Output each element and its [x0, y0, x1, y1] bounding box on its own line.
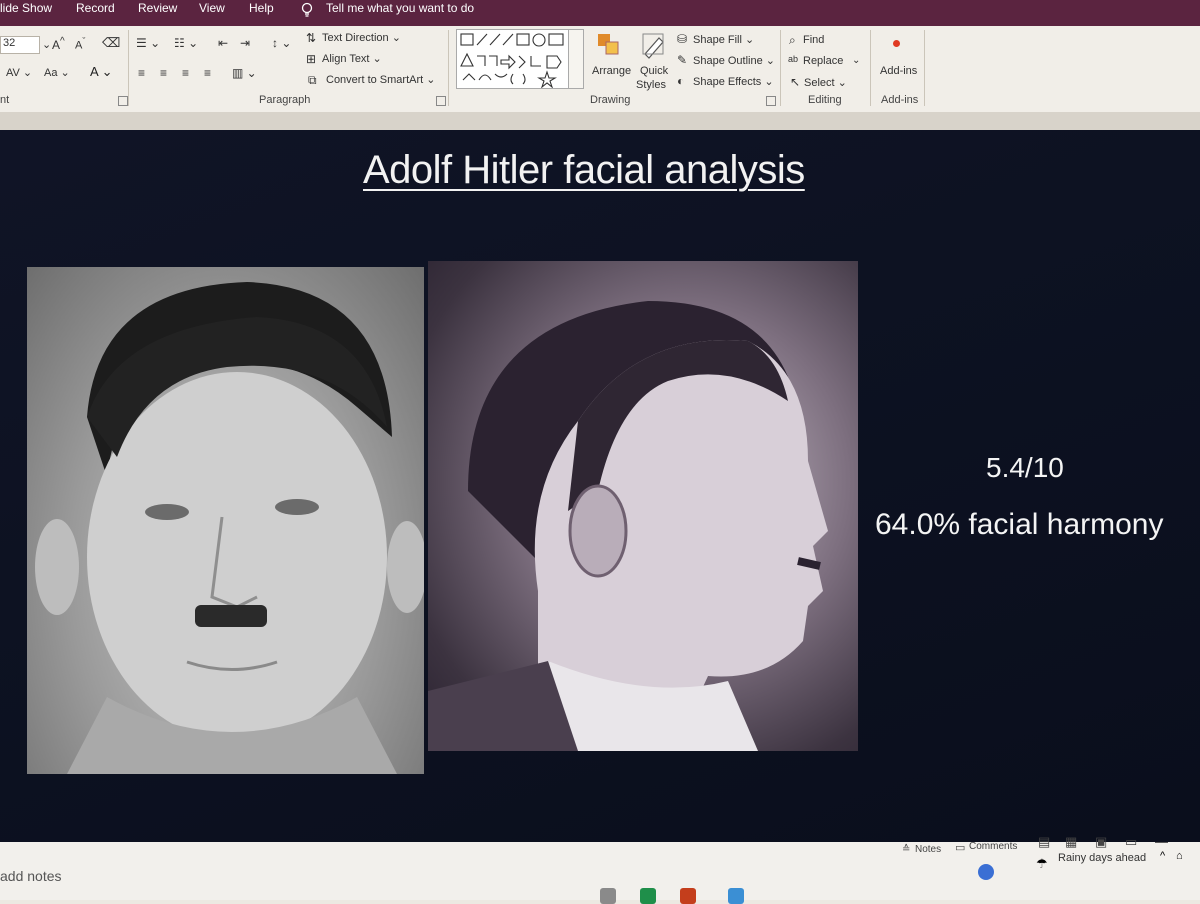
align-text-button[interactable]: Align Text ⌄: [322, 52, 382, 65]
shape-effects-button[interactable]: Shape Effects ⌄: [693, 75, 774, 88]
shapes-gallery[interactable]: [456, 29, 570, 89]
tab-slide-show[interactable]: lide Show: [0, 1, 52, 15]
align-text-icon[interactable]: ⊞: [306, 52, 316, 66]
slide-show-view-icon[interactable]: ▭: [1125, 834, 1137, 850]
shape-effects-icon: ◐: [677, 74, 685, 88]
paragraph-dialog-launcher-icon[interactable]: [436, 96, 446, 106]
front-portrait-drawing: [35, 282, 424, 774]
text-direction-button[interactable]: Text Direction ⌄: [322, 31, 401, 44]
notes-button[interactable]: Notes: [915, 844, 941, 855]
front-portrait-image[interactable]: [27, 267, 424, 774]
facial-harmony-text[interactable]: 64.0% facial harmony: [875, 508, 1164, 542]
separator: [924, 30, 925, 106]
chevron-down-icon[interactable]: ⌄: [852, 55, 860, 66]
replace-icon: ab: [788, 54, 799, 64]
select-button[interactable]: Select ⌄: [804, 76, 847, 89]
drawing-dialog-launcher-icon[interactable]: [766, 96, 776, 106]
slide-canvas[interactable]: Adolf Hitler facial analysis 5.4/10 64.0…: [0, 130, 1200, 842]
font-color-icon[interactable]: A ⌄: [90, 64, 112, 80]
tab-review[interactable]: Review: [138, 1, 177, 15]
comments-button[interactable]: Comments: [969, 841, 1017, 852]
shrink-font-icon[interactable]: Aˇ: [75, 36, 85, 52]
justify-icon[interactable]: ≡: [204, 66, 211, 80]
increase-indent-icon[interactable]: ⇥: [240, 36, 250, 50]
excel-icon[interactable]: [640, 888, 656, 904]
numbering-icon[interactable]: ☷ ⌄: [174, 36, 198, 50]
cursor-icon: ↖: [790, 75, 801, 89]
shapes-gallery-icon: [460, 33, 564, 89]
add-ins-button[interactable]: Add-ins: [880, 65, 917, 77]
comments-icon: ▭: [955, 842, 966, 854]
lightbulb-icon[interactable]: [300, 2, 314, 18]
taskbar: ☂ Rainy days ahead ^ ⌂: [600, 850, 1200, 904]
ribbon: 32 ⌄ A^ Aˇ ⌫ AV ⌄ Aa ⌄ A ⌄ nt ☰ ⌄ ☷ ⌄ ⇤ …: [0, 26, 1200, 113]
shape-fill-button[interactable]: Shape Fill ⌄: [693, 33, 754, 46]
font-size-dropdown-icon[interactable]: ⌄: [42, 38, 51, 51]
notes-icon: ≙: [902, 844, 911, 855]
ribbon-tab-bar: lide Show Record Review View Help Tell m…: [0, 0, 1200, 26]
add-ins-icon: [893, 40, 900, 47]
slide-title[interactable]: Adolf Hitler facial analysis: [363, 148, 805, 193]
slide-sorter-icon[interactable]: ▦: [1065, 834, 1077, 850]
separator: [448, 30, 449, 106]
separator: [780, 30, 781, 106]
font-dialog-launcher-icon[interactable]: [118, 96, 128, 106]
quick-styles-button-line1[interactable]: Quick: [640, 65, 668, 77]
paint-bucket-icon: ⛁: [677, 32, 688, 46]
gallery-scroll-button[interactable]: [568, 29, 584, 89]
character-spacing-icon[interactable]: AV ⌄: [6, 66, 32, 79]
zoom-slider[interactable]: —: [1155, 834, 1168, 849]
taskbar-app-icon[interactable]: [600, 888, 616, 904]
font-group-label: nt: [0, 94, 10, 106]
chevron-up-icon[interactable]: ^: [1160, 850, 1165, 862]
replace-button[interactable]: Replace: [803, 55, 843, 67]
quick-styles-icon: [642, 33, 664, 59]
shape-outline-button[interactable]: Shape Outline ⌄: [693, 54, 775, 67]
weather-text[interactable]: Rainy days ahead: [1058, 852, 1146, 864]
editing-group-label: Editing: [808, 94, 842, 106]
arrange-icon: [598, 34, 619, 55]
notes-placeholder[interactable]: add notes: [0, 868, 62, 884]
separator: [870, 30, 871, 106]
help-icon[interactable]: [978, 864, 994, 880]
find-button[interactable]: Find: [803, 34, 824, 46]
smartart-icon[interactable]: ⧉: [308, 73, 317, 88]
reading-view-icon[interactable]: ▣: [1095, 834, 1107, 850]
normal-view-icon[interactable]: ▤: [1038, 834, 1050, 850]
convert-smartart-button[interactable]: Convert to SmartArt ⌄: [326, 73, 435, 86]
network-icon[interactable]: ⌂: [1176, 850, 1183, 862]
tab-record[interactable]: Record: [76, 1, 115, 15]
decrease-indent-icon[interactable]: ⇤: [218, 36, 228, 50]
drawing-group-label: Drawing: [590, 94, 631, 106]
tab-help[interactable]: Help: [249, 1, 274, 15]
arrange-button[interactable]: Arrange: [592, 65, 631, 77]
line-spacing-icon[interactable]: ↕ ⌄: [272, 36, 291, 50]
photos-icon[interactable]: [728, 888, 744, 904]
align-center-icon[interactable]: ≡: [160, 66, 167, 80]
font-size-box[interactable]: 32: [0, 36, 40, 54]
columns-icon[interactable]: ▥ ⌄: [232, 66, 257, 80]
change-case-icon[interactable]: Aa ⌄: [44, 66, 70, 79]
align-left-icon[interactable]: ≡: [138, 66, 145, 80]
paragraph-group-label: Paragraph: [259, 94, 311, 106]
quick-styles-button-line2[interactable]: Styles: [636, 79, 666, 91]
attractiveness-score[interactable]: 5.4/10: [986, 452, 1064, 484]
tab-view[interactable]: View: [199, 1, 225, 15]
weather-icon: ☂: [1036, 856, 1048, 871]
profile-portrait-image[interactable]: [428, 261, 858, 751]
search-icon: ⌕: [789, 33, 796, 47]
add-ins-group-label: Add-ins: [881, 94, 919, 106]
profile-portrait-drawing: [428, 301, 828, 751]
align-right-icon[interactable]: ≡: [182, 66, 189, 80]
text-direction-icon[interactable]: ⇅: [306, 31, 316, 45]
powerpoint-icon[interactable]: [680, 888, 696, 904]
separator: [128, 30, 129, 106]
pen-icon: ✎: [677, 53, 688, 67]
clear-formatting-icon[interactable]: ⌫: [102, 35, 120, 51]
tell-me-search[interactable]: Tell me what you want to do: [326, 1, 474, 15]
grow-font-icon[interactable]: A^: [52, 36, 65, 52]
bullets-icon[interactable]: ☰ ⌄: [136, 36, 160, 50]
